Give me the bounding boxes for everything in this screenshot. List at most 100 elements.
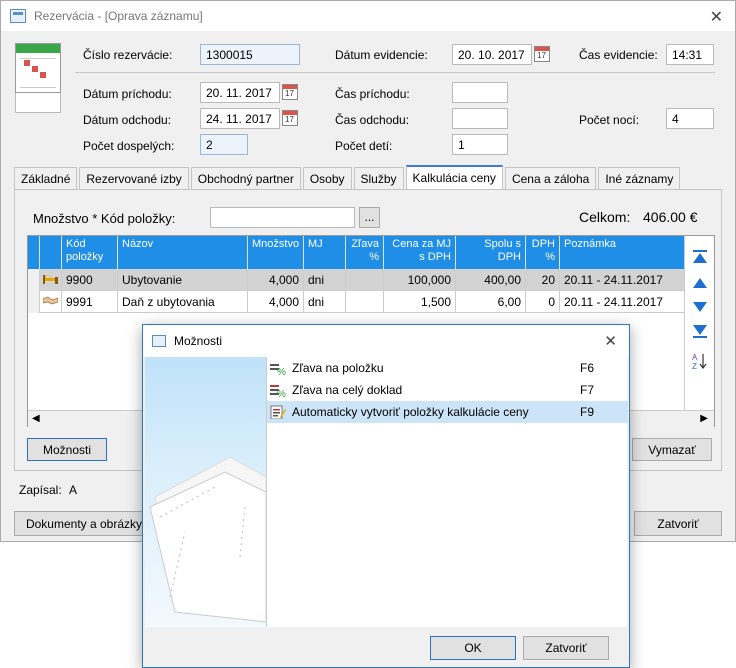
table-row[interactable]: 9900 Ubytovanie 4,000 dni 100,000 400,00…: [28, 269, 684, 291]
svg-text:%: %: [277, 367, 286, 375]
cas-evidencie-label: Čas evidencie:: [579, 48, 658, 62]
dialog-zatvorit-button[interactable]: Zatvoriť: [523, 636, 609, 660]
column-header[interactable]: DPH %: [526, 236, 560, 269]
zatvorit-button[interactable]: Zatvoriť: [634, 511, 722, 536]
calendar-day-glyph: 17: [285, 89, 294, 98]
tab-osoby[interactable]: Osoby: [302, 167, 352, 189]
shortcut-key: F7: [580, 383, 595, 397]
column-header[interactable]: Poznámka: [560, 236, 684, 269]
celkom-label: Celkom:: [579, 209, 631, 225]
column-header[interactable]: Množstvo: [248, 236, 304, 269]
pocet-deti-field[interactable]: 1: [452, 134, 508, 155]
table-row[interactable]: 9991 Daň z ubytovania 4,000 dni 1,500 6,…: [28, 291, 684, 313]
discount-icon: %: [270, 364, 286, 375]
discount-document-icon: %: [270, 385, 286, 397]
scroll-right-icon[interactable]: ▶: [700, 413, 708, 424]
zlava-cell: [346, 269, 384, 291]
close-icon[interactable]: ✕: [710, 7, 723, 27]
zapisal-value: A: [69, 483, 78, 497]
option-auto-vytvorit[interactable]: Automaticky vytvoriť položky kalkulácie …: [267, 401, 628, 423]
column-header[interactable]: Kód položky: [62, 236, 118, 269]
option-label: Automaticky vytvoriť položky kalkulácie …: [292, 405, 529, 419]
cena-cell: 1,500: [384, 291, 456, 313]
move-bottom-icon[interactable]: [692, 324, 708, 338]
pocet-dospelych-label: Počet dospelých:: [83, 139, 175, 153]
cislo-rezervacie-field[interactable]: 1300015: [200, 44, 300, 65]
poznamka-cell: 20.11 - 24.11.2017: [564, 273, 663, 287]
column-header[interactable]: Názov: [118, 236, 248, 269]
moznosti-button[interactable]: Možnosti: [27, 438, 107, 461]
dokumenty-button[interactable]: Dokumenty a obrázky: [14, 511, 154, 536]
svg-text:%: %: [277, 389, 286, 397]
nazov-cell: Ubytovanie: [118, 269, 248, 291]
kod-cell: 9900: [62, 269, 118, 291]
shortcut-key: F6: [580, 361, 595, 375]
tab-zakladne[interactable]: Základné: [14, 167, 78, 189]
cena-cell: 100,000: [384, 269, 456, 291]
calendar-day-glyph: 17: [285, 115, 294, 124]
column-header[interactable]: MJ: [304, 236, 346, 269]
spolu-cell: 400,00: [456, 269, 526, 291]
tab-sluzby[interactable]: Služby: [353, 167, 404, 189]
datum-prichodu-field[interactable]: 20. 11. 2017: [200, 82, 280, 103]
tab-ine-zaznamy[interactable]: Iné záznamy: [598, 167, 681, 189]
column-header[interactable]: Spolu s DPH: [456, 236, 526, 269]
mj-cell: dni: [304, 291, 346, 313]
celkom-value: 406.00 €: [643, 209, 698, 225]
pocet-dospelych-field[interactable]: 2: [200, 134, 248, 155]
browse-button[interactable]: ...: [359, 207, 380, 228]
move-up-icon[interactable]: [692, 276, 708, 290]
sort-az-icon[interactable]: AZ: [692, 352, 708, 370]
dialog-title-bar: Možnosti ✕: [143, 325, 629, 357]
kod-cell: 9991: [62, 291, 118, 313]
dialog-window-icon: [152, 335, 166, 347]
dialog-title: Možnosti: [174, 334, 223, 348]
ok-button[interactable]: OK: [430, 636, 516, 660]
datum-odchodu-field[interactable]: 24. 11. 2017: [200, 108, 280, 129]
tab-rezervovane-izby[interactable]: Rezervované izby: [79, 167, 189, 189]
shortcut-key: F9: [580, 405, 595, 419]
row-indicator: [28, 291, 40, 313]
calendar-picker-icon[interactable]: 17: [282, 110, 298, 126]
cas-odchodu-label: Čas odchodu:: [335, 113, 410, 127]
move-down-icon[interactable]: [692, 300, 708, 314]
pocet-noci-field[interactable]: 4: [666, 108, 714, 129]
title-bar: Rezervácia - [Oprava záznamu] ✕: [1, 1, 735, 31]
mnozstvo-kod-label: Množstvo * Kód položky:: [33, 211, 176, 226]
zlava-cell: [346, 291, 384, 313]
app-window-icon: [10, 9, 26, 23]
svg-text:Z: Z: [692, 362, 697, 370]
column-header[interactable]: Zľava %: [346, 236, 384, 269]
zapisal-label: Zapísal:: [19, 483, 62, 497]
cas-prichodu-field[interactable]: [452, 82, 508, 103]
tab-cena-a-zaloha[interactable]: Cena a záloha: [504, 167, 597, 189]
vymazat-button[interactable]: Vymazať: [632, 438, 712, 461]
tab-kalkulacia-ceny[interactable]: Kalkulácia ceny: [405, 165, 503, 189]
calendar-picker-icon[interactable]: 17: [282, 84, 298, 100]
mnozstvo-kod-input[interactable]: [210, 207, 355, 228]
row-indicator-header: [28, 236, 40, 269]
svg-text:A: A: [692, 353, 698, 362]
calendar-icon-secondary: [15, 93, 61, 113]
cas-prichodu-label: Čas príchodu:: [335, 87, 410, 101]
nazov-cell: Daň z ubytovania: [118, 291, 248, 313]
datum-evidencie-label: Dátum evidencie:: [335, 48, 428, 62]
cas-odchodu-field[interactable]: [452, 108, 508, 129]
cas-evidencie-field[interactable]: 14:31: [666, 44, 714, 65]
column-header[interactable]: Cena za MJ s DPH: [384, 236, 456, 269]
row-move-toolbar: AZ: [684, 236, 714, 411]
move-top-icon[interactable]: [692, 250, 708, 264]
option-zlava-doklad[interactable]: % Zľava na celý doklad F7: [267, 379, 628, 401]
option-zlava-polozka[interactable]: % Zľava na položku F6: [267, 357, 628, 379]
icon-column-header: [40, 236, 62, 269]
datum-evidencie-field[interactable]: 20. 10. 2017: [452, 44, 532, 65]
options-list: % Zľava na položku F6 % Zľava na celý do…: [266, 357, 628, 627]
dialog-close-icon[interactable]: ✕: [604, 332, 617, 350]
calendar-picker-icon[interactable]: 17: [534, 46, 550, 62]
scroll-left-icon[interactable]: ◀: [32, 413, 40, 424]
header-divider: [75, 72, 715, 73]
window-title: Rezervácia - [Oprava záznamu]: [34, 9, 203, 23]
pocet-deti-label: Počet detí:: [335, 139, 393, 153]
option-label: Zľava na celý doklad: [292, 383, 403, 397]
tab-obchodny-partner[interactable]: Obchodný partner: [190, 167, 301, 189]
